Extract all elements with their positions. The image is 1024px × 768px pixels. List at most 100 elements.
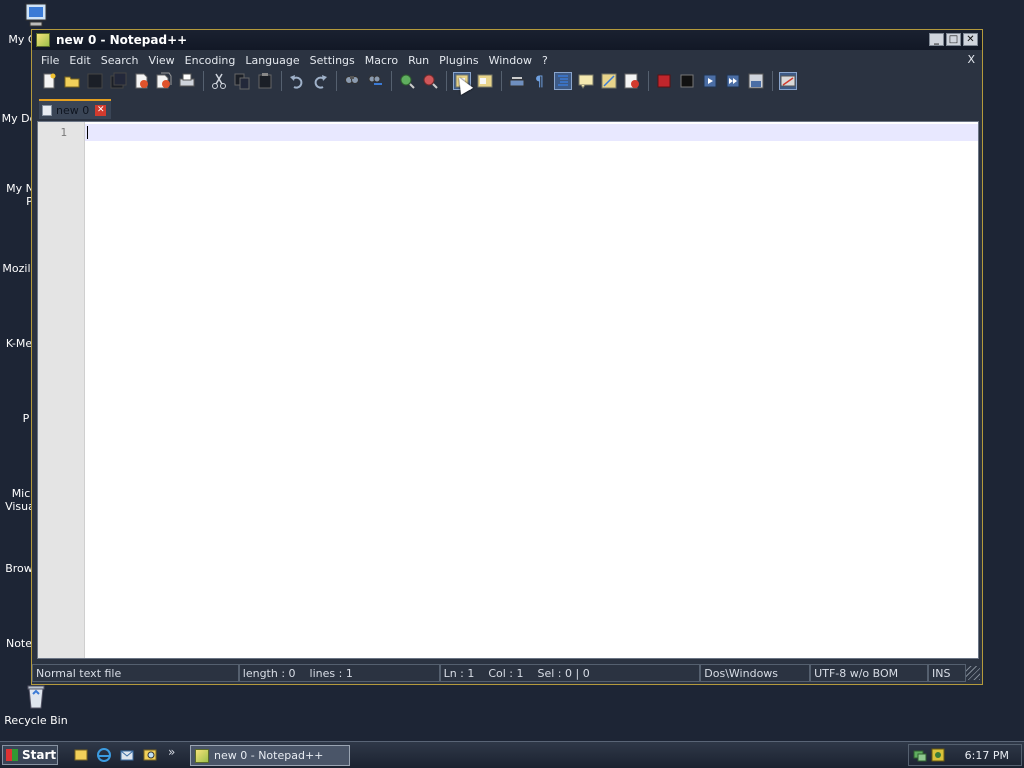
user-lang-icon[interactable] (577, 72, 595, 90)
record-macro-icon[interactable] (655, 72, 673, 90)
menu-run[interactable]: Run (403, 54, 434, 67)
tab-bar: new 0 ✕ (37, 99, 982, 119)
zoom-out-icon[interactable] (421, 72, 439, 90)
menu-search[interactable]: Search (96, 54, 144, 67)
paste-icon[interactable] (256, 72, 274, 90)
close-icon[interactable] (132, 72, 150, 90)
status-lines: lines : 1 (309, 667, 353, 680)
text-caret (87, 126, 88, 139)
replace-icon[interactable] (366, 72, 384, 90)
menu-encoding[interactable]: Encoding (180, 54, 241, 67)
close-document-button[interactable]: X (967, 53, 975, 66)
status-length-lines: length : 0 lines : 1 (238, 664, 440, 682)
notepad-plus-plus-icon (36, 33, 50, 47)
new-file-icon[interactable] (40, 72, 58, 90)
toolbar-separator (281, 71, 282, 91)
menu-plugins[interactable]: Plugins (434, 54, 483, 67)
svg-text:¶: ¶ (535, 74, 544, 90)
resize-grip[interactable] (966, 666, 980, 680)
editor-area[interactable]: 1 (37, 121, 979, 659)
notepad-plus-plus-icon (195, 748, 209, 763)
status-position: Ln : 1 Col : 1 Sel : 0 | 0 (439, 664, 701, 682)
desktop-icon-recycle-bin[interactable]: Recycle Bin (0, 682, 72, 727)
status-encoding: UTF-8 w/o BOM (810, 664, 929, 682)
spell-check-icon[interactable] (779, 72, 797, 90)
menu-window[interactable]: Window (484, 54, 537, 67)
toolbar-separator (501, 71, 502, 91)
save-icon[interactable] (86, 72, 104, 90)
title-bar[interactable]: new 0 - Notepad++ _ □ ✕ (32, 30, 982, 50)
function-list-icon[interactable] (623, 72, 641, 90)
close-all-icon[interactable] (155, 72, 173, 90)
toolbar: ¶ (40, 70, 802, 92)
tab-label: new 0 (56, 103, 90, 117)
toolbar-separator (391, 71, 392, 91)
toolbar-separator (772, 71, 773, 91)
undo-icon[interactable] (288, 72, 306, 90)
word-wrap-icon[interactable] (508, 72, 526, 90)
indent-guide-icon[interactable] (554, 72, 572, 90)
window-title: new 0 - Notepad++ (56, 33, 188, 47)
print-icon[interactable] (178, 72, 196, 90)
sync-horizontal-icon[interactable] (476, 72, 494, 90)
quick-launch-mail-icon[interactable] (119, 747, 135, 763)
start-label: Start (22, 748, 57, 762)
status-length: length : 0 (242, 667, 296, 680)
quick-launch-internet-explorer-icon[interactable] (96, 747, 112, 763)
cut-icon[interactable] (210, 72, 228, 90)
stop-macro-icon[interactable] (678, 72, 696, 90)
show-all-chars-icon[interactable]: ¶ (531, 72, 549, 90)
line-number: 1 (60, 126, 67, 139)
line-number-gutter: 1 (38, 122, 85, 658)
close-button[interactable]: ✕ (963, 33, 978, 46)
quick-launch-search-icon[interactable] (142, 747, 158, 763)
run-macro-multiple-icon[interactable] (724, 72, 742, 90)
minimize-button[interactable]: _ (929, 33, 944, 46)
play-macro-icon[interactable] (701, 72, 719, 90)
taskbar: Start » new 0 - Notepad++ 6:17 PM (0, 741, 1024, 768)
menu-macro[interactable]: Macro (360, 54, 403, 67)
toolbar-separator (648, 71, 649, 91)
security-tray-icon[interactable] (931, 748, 945, 762)
menu-view[interactable]: View (144, 54, 180, 67)
taskbar-clock[interactable]: 6:17 PM (965, 749, 1009, 762)
redo-icon[interactable] (311, 72, 329, 90)
menu-language[interactable]: Language (240, 54, 304, 67)
computer-icon (21, 1, 51, 31)
document-icon (42, 104, 52, 116)
menu-help[interactable]: ? (537, 54, 553, 67)
save-macro-icon[interactable] (747, 72, 765, 90)
find-icon[interactable] (343, 72, 361, 90)
window-controls: _ □ ✕ (929, 33, 978, 46)
desktop-icon-label: Recycle Bin (4, 714, 68, 727)
quick-launch-explorer-icon[interactable] (73, 747, 89, 763)
status-insert-mode: INS (928, 664, 967, 682)
menu-file[interactable]: File (36, 54, 64, 67)
windows-logo-icon (6, 749, 18, 761)
menu-bar: File Edit Search View Encoding Language … (32, 50, 982, 70)
maximize-button[interactable]: □ (946, 33, 961, 46)
save-all-icon[interactable] (109, 72, 127, 90)
toolbar-separator (446, 71, 447, 91)
taskbar-button-label: new 0 - Notepad++ (214, 749, 324, 762)
menu-settings[interactable]: Settings (305, 54, 360, 67)
menu-edit[interactable]: Edit (64, 54, 95, 67)
system-tray: 6:17 PM (908, 744, 1022, 766)
status-eol: Dos\Windows (700, 664, 811, 682)
notepad-plus-plus-window: new 0 - Notepad++ _ □ ✕ File Edit Search… (31, 29, 983, 685)
current-line-highlight (85, 124, 978, 141)
tab-new-0[interactable]: new 0 ✕ (39, 99, 111, 119)
network-tray-icon[interactable] (913, 748, 927, 762)
taskbar-button-notepad-plus-plus[interactable]: new 0 - Notepad++ (190, 745, 350, 766)
copy-icon[interactable] (233, 72, 251, 90)
tab-close-icon[interactable]: ✕ (95, 104, 107, 116)
zoom-in-icon[interactable] (398, 72, 416, 90)
quick-launch-more-button[interactable]: » (168, 745, 175, 759)
status-file-type: Normal text file (32, 664, 239, 682)
status-bar: Normal text file length : 0 lines : 1 Ln… (32, 663, 982, 683)
recycle-bin-icon (21, 682, 51, 712)
start-button[interactable]: Start (2, 745, 58, 765)
toolbar-separator (336, 71, 337, 91)
open-file-icon[interactable] (63, 72, 81, 90)
doc-map-icon[interactable] (600, 72, 618, 90)
